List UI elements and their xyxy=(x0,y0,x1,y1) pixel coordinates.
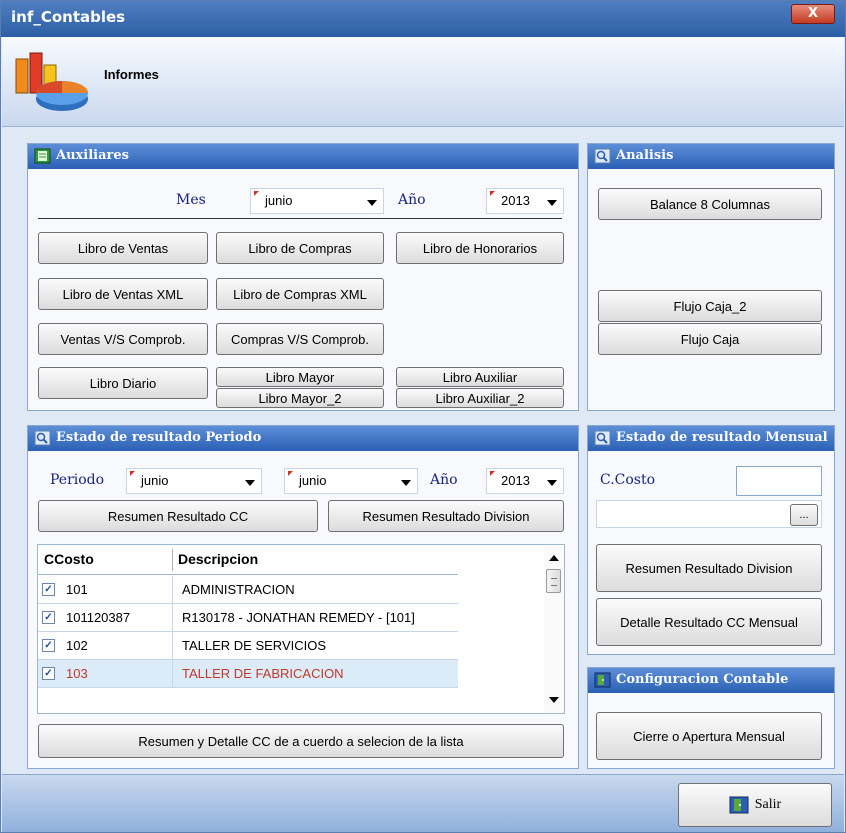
row-ccosto: 102 xyxy=(66,638,88,653)
balance-8-columnas-button[interactable]: Balance 8 Columnas xyxy=(598,188,822,220)
row-descripcion: TALLER DE SERVICIOS xyxy=(182,638,327,653)
door-exit-icon xyxy=(594,672,611,688)
scroll-up-icon[interactable] xyxy=(549,555,559,561)
chevron-down-icon xyxy=(547,200,557,206)
mes-value: junio xyxy=(265,193,293,208)
grid-header: CCosto Descripcion xyxy=(38,545,458,575)
libro-honorarios-button[interactable]: Libro de Honorarios xyxy=(396,232,564,264)
auxiliares-panel: Auxiliares Mes junio Año 2013 Libro de V… xyxy=(27,143,579,411)
libro-compras-xml-button[interactable]: Libro de Compras XML xyxy=(216,278,384,310)
footer-bar: Salir xyxy=(2,774,844,832)
row-descripcion: ADMINISTRACION xyxy=(182,582,295,597)
reports-chart-icon xyxy=(15,52,88,111)
scroll-thumb[interactable] xyxy=(546,569,561,593)
detalle-resultado-cc-mensual-button[interactable]: Detalle Resultado CC Mensual xyxy=(596,598,822,646)
column-header-ccosto[interactable]: CCosto xyxy=(44,551,94,567)
libro-diario-button[interactable]: Libro Diario xyxy=(38,367,208,399)
ventas-vs-comprob-button[interactable]: Ventas V/S Comprob. xyxy=(38,323,208,355)
periodo-anio-value: 2013 xyxy=(501,473,530,488)
periodo-label: Periodo xyxy=(50,472,105,488)
header-title: Informes xyxy=(104,67,159,82)
header-band: Informes xyxy=(2,37,844,127)
auxiliares-title: Auxiliares xyxy=(56,148,129,163)
ccosto-label: C.Costo xyxy=(600,472,656,488)
mensual-header: Estado de resultado Mensual xyxy=(588,426,834,451)
anio-label: Año xyxy=(398,192,426,208)
anio-select[interactable]: 2013 xyxy=(486,188,564,214)
divider xyxy=(38,218,562,219)
book-icon xyxy=(34,148,51,164)
magnifier-icon xyxy=(34,430,51,446)
resumen-resultado-cc-button[interactable]: Resumen Resultado CC xyxy=(38,500,318,532)
browse-button[interactable]: ... xyxy=(790,504,818,526)
salir-button[interactable]: Salir xyxy=(678,783,832,827)
window: inf_Contables X Informes Auxiliares Mes … xyxy=(0,0,846,833)
chevron-down-icon xyxy=(367,200,377,206)
table-row-selected[interactable]: ✓ 103 TALLER DE FABRICACION xyxy=(38,660,458,688)
periodo-header: Estado de resultado Periodo xyxy=(28,426,578,451)
analisis-title: Analisis xyxy=(616,148,674,163)
mensual-title: Estado de resultado Mensual xyxy=(616,430,828,445)
flujo-caja-2-button[interactable]: Flujo Caja_2 xyxy=(598,290,822,322)
periodo-hasta-value: junio xyxy=(299,473,327,488)
periodo-anio-label: Año xyxy=(430,472,458,488)
close-button[interactable]: X xyxy=(791,4,835,24)
window-title: inf_Contables xyxy=(11,8,126,26)
libro-mayor-2-button[interactable]: Libro Mayor_2 xyxy=(216,388,384,408)
compras-vs-comprob-button[interactable]: Compras V/S Comprob. xyxy=(216,323,384,355)
config-header: Configuracion Contable xyxy=(588,668,834,693)
flujo-caja-button[interactable]: Flujo Caja xyxy=(598,323,822,355)
ccosto-input[interactable] xyxy=(736,466,822,496)
row-descripcion: R130178 - JONATHAN REMEDY - [101] xyxy=(182,610,415,625)
periodo-title: Estado de resultado Periodo xyxy=(56,430,262,445)
table-row[interactable]: ✓ 102 TALLER DE SERVICIOS xyxy=(38,632,458,660)
libro-ventas-xml-button[interactable]: Libro de Ventas XML xyxy=(38,278,208,310)
mensual-resumen-division-button[interactable]: Resumen Resultado Division xyxy=(596,544,822,592)
mes-select[interactable]: junio xyxy=(250,188,384,214)
libro-auxiliar-2-button[interactable]: Libro Auxiliar_2 xyxy=(396,388,564,408)
chevron-down-icon xyxy=(245,480,255,486)
magnifier-icon xyxy=(594,148,611,164)
row-checkbox[interactable]: ✓ xyxy=(42,583,55,596)
resumen-detalle-cc-button[interactable]: Resumen y Detalle CC de a cuerdo a selec… xyxy=(38,724,564,758)
periodo-desde-value: junio xyxy=(141,473,169,488)
cierre-apertura-mensual-button[interactable]: Cierre o Apertura Mensual xyxy=(596,712,822,760)
exit-door-icon xyxy=(729,796,749,814)
grid-scrollbar[interactable] xyxy=(544,545,564,713)
analisis-header: Analisis xyxy=(588,144,834,169)
config-panel: Configuracion Contable Cierre o Apertura… xyxy=(587,667,835,769)
row-ccosto: 103 xyxy=(66,666,88,681)
mensual-panel: Estado de resultado Mensual C.Costo ... … xyxy=(587,425,835,655)
row-ccosto: 101 xyxy=(66,582,88,597)
periodo-desde-select[interactable]: junio xyxy=(126,468,262,494)
salir-label: Salir xyxy=(754,797,782,812)
row-ccosto: 101120387 xyxy=(66,610,131,625)
row-checkbox[interactable]: ✓ xyxy=(42,667,55,680)
analisis-panel: Analisis Balance 8 Columnas Flujo Caja_2… xyxy=(587,143,835,411)
row-checkbox[interactable]: ✓ xyxy=(42,639,55,652)
config-title: Configuracion Contable xyxy=(616,672,789,687)
magnifier-icon xyxy=(594,430,611,446)
libro-mayor-button[interactable]: Libro Mayor xyxy=(216,367,384,387)
libro-compras-button[interactable]: Libro de Compras xyxy=(216,232,384,264)
column-header-descripcion[interactable]: Descripcion xyxy=(178,551,258,567)
periodo-hasta-select[interactable]: junio xyxy=(284,468,418,494)
libro-ventas-button[interactable]: Libro de Ventas xyxy=(38,232,208,264)
resumen-resultado-division-button[interactable]: Resumen Resultado Division xyxy=(328,500,564,532)
mes-label: Mes xyxy=(176,192,206,208)
periodo-anio-select[interactable]: 2013 xyxy=(486,468,564,494)
scroll-down-icon[interactable] xyxy=(549,697,559,703)
anio-value: 2013 xyxy=(501,193,530,208)
row-descripcion: TALLER DE FABRICACION xyxy=(182,666,344,681)
row-checkbox[interactable]: ✓ xyxy=(42,611,55,624)
table-row[interactable]: ✓ 101120387 R130178 - JONATHAN REMEDY - … xyxy=(38,604,458,632)
chevron-down-icon xyxy=(547,480,557,486)
title-bar: inf_Contables X xyxy=(1,1,845,37)
auxiliares-header: Auxiliares xyxy=(28,144,578,169)
libro-auxiliar-button[interactable]: Libro Auxiliar xyxy=(396,367,564,387)
chevron-down-icon xyxy=(401,480,411,486)
ccosto-grid[interactable]: CCosto Descripcion ✓ 101 ADMINISTRACION … xyxy=(37,544,565,714)
table-row[interactable]: ✓ 101 ADMINISTRACION xyxy=(38,576,458,604)
ccosto-description-field[interactable] xyxy=(596,500,822,528)
